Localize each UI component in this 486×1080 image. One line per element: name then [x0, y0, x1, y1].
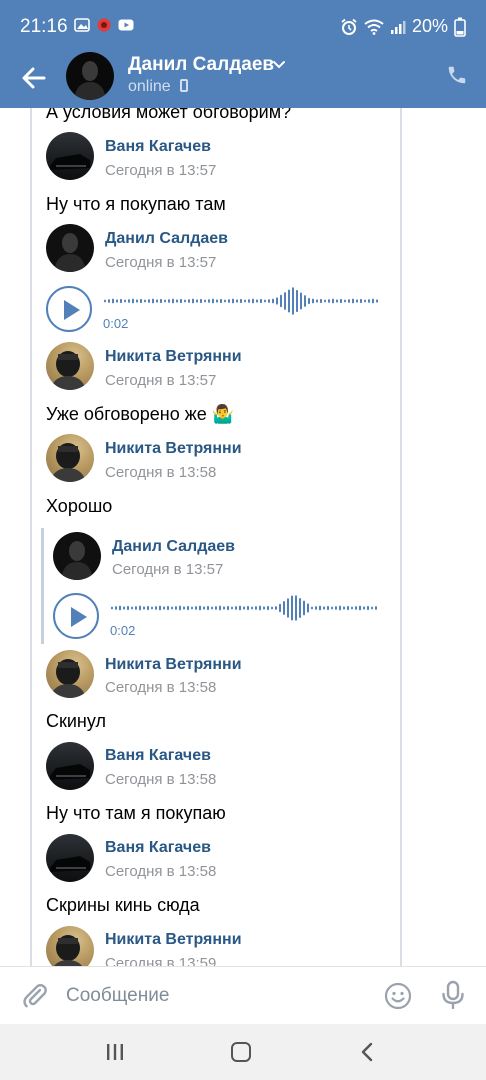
message-author[interactable]: Никита Ветрянни [105, 348, 242, 366]
avatar[interactable] [46, 434, 94, 482]
message-text: Скинул [46, 711, 106, 731]
chat-title[interactable]: Данил Салдаев [128, 54, 274, 76]
message-input[interactable] [66, 977, 366, 1015]
avatar[interactable] [46, 926, 94, 966]
message-time: Сегодня в 13:57 [105, 254, 217, 271]
play-icon [71, 607, 87, 627]
helmet-avatar-icon [54, 935, 82, 966]
notification-icon [97, 18, 111, 32]
message-author[interactable]: Данил Салдаев [105, 230, 228, 248]
recent-apps-icon[interactable] [105, 1043, 125, 1061]
avatar[interactable] [53, 532, 101, 580]
avatar[interactable] [46, 742, 94, 790]
message-author[interactable]: Никита Ветрянни [105, 656, 242, 674]
message-author[interactable]: Ваня Кагачев [105, 138, 211, 156]
system-nav-bar [0, 1024, 486, 1080]
message-text: Ну что там я покупаю [46, 803, 226, 823]
message-time: Сегодня в 13:58 [105, 679, 217, 696]
battery-level: 20% [411, 16, 448, 36]
mobile-icon [180, 79, 188, 92]
car-avatar-icon [50, 856, 90, 872]
emoji-icon[interactable] [384, 982, 412, 1010]
message-list[interactable]: А условия может обговорим? Ваня Кагачев … [0, 108, 486, 966]
message-time: Сегодня в 13:57 [112, 561, 224, 578]
message-time: Сегодня в 13:58 [105, 771, 217, 788]
play-icon [64, 300, 80, 320]
message-text: Уже обговорено же 🤷‍♂️ [46, 404, 235, 424]
status-bar: 21:16 20% [0, 0, 486, 50]
gallery-icon [74, 18, 90, 32]
paperclip-icon[interactable] [20, 981, 48, 1009]
wifi-icon [364, 19, 384, 35]
status-right: 20% [340, 16, 466, 37]
chevron-down-icon[interactable] [272, 60, 286, 70]
chat-header: Данил Салдаев online [0, 50, 486, 108]
message-text: А условия может обговорим? [46, 108, 292, 122]
message-author[interactable]: Ваня Кагачев [105, 839, 211, 857]
message-text: Скрины кинь сюда [46, 895, 200, 915]
avatar[interactable] [46, 650, 94, 698]
youtube-icon [118, 19, 134, 31]
signal-icon [390, 20, 406, 34]
audio-play-button[interactable] [53, 593, 99, 639]
back-arrow-icon[interactable] [18, 62, 50, 94]
avatar[interactable] [46, 132, 94, 180]
avatar[interactable] [66, 52, 114, 100]
message-time: Сегодня в 13:57 [105, 372, 217, 389]
alarm-icon [341, 18, 357, 35]
audio-play-button[interactable] [46, 286, 92, 332]
helmet-avatar-icon [50, 443, 86, 482]
back-icon[interactable] [360, 1042, 374, 1062]
car-avatar-icon [50, 154, 90, 170]
avatar[interactable] [46, 834, 94, 882]
message-time: Сегодня в 13:58 [105, 863, 217, 880]
helmet-avatar-icon [50, 659, 86, 698]
online-status: online [128, 78, 171, 95]
avatar[interactable] [46, 224, 94, 272]
message-composer [0, 966, 486, 1024]
battery-icon [454, 17, 466, 37]
message-author[interactable]: Никита Ветрянни [105, 931, 242, 949]
message-time: Сегодня в 13:58 [105, 464, 217, 481]
audio-duration: 0:02 [110, 623, 136, 638]
audio-waveform[interactable] [104, 284, 380, 318]
profile-silhouette-icon [61, 541, 93, 580]
profile-silhouette-icon [74, 61, 106, 100]
status-time: 21:16 [20, 16, 68, 37]
message-author[interactable]: Никита Ветрянни [105, 440, 242, 458]
message-text: Хорошо [46, 496, 113, 516]
nested-forward-bar [41, 528, 44, 644]
microphone-icon[interactable] [440, 980, 466, 1010]
avatar[interactable] [46, 342, 94, 390]
car-avatar-icon [50, 764, 90, 780]
profile-silhouette-icon [54, 233, 86, 272]
message-text: Ну что я покупаю там [46, 194, 226, 214]
message-author[interactable]: Данил Салдаев [112, 538, 235, 556]
audio-waveform[interactable] [111, 591, 381, 625]
helmet-avatar-icon [50, 351, 86, 390]
message-time: Сегодня в 13:59 [105, 955, 217, 966]
home-icon[interactable] [231, 1042, 251, 1062]
phone-icon[interactable] [446, 64, 468, 86]
message-time: Сегодня в 13:57 [105, 162, 217, 179]
message-author[interactable]: Ваня Кагачев [105, 747, 211, 765]
audio-duration: 0:02 [103, 316, 129, 331]
